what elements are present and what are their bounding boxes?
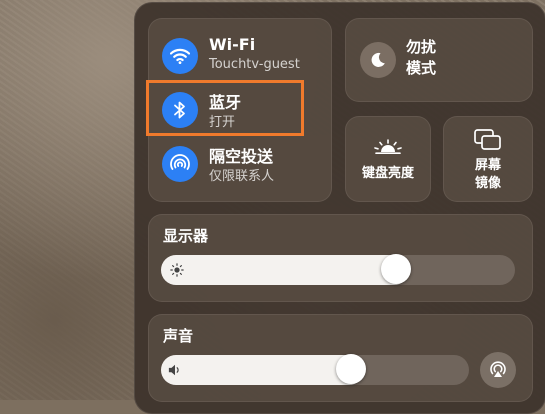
sun-icon <box>170 263 184 277</box>
do-not-disturb-tile[interactable]: 勿扰 模式 <box>345 18 533 102</box>
airdrop-item[interactable]: 隔空投送 仅限联系人 <box>149 139 331 189</box>
airdrop-title: 隔空投送 <box>209 147 274 166</box>
volume-slider-knob[interactable] <box>336 354 366 384</box>
volume-slider-fill <box>161 355 364 385</box>
airdrop-status: 仅限联系人 <box>209 169 275 184</box>
display-brightness-slider[interactable] <box>161 254 515 285</box>
airdrop-icon[interactable] <box>162 146 198 182</box>
keyboard-brightness-tile[interactable]: 键盘亮度 <box>345 116 431 202</box>
volume-slider[interactable] <box>161 354 469 385</box>
do-not-disturb-label: 勿扰 模式 <box>406 38 437 77</box>
bluetooth-highlight-box <box>146 80 304 136</box>
keyboard-brightness-label: 键盘亮度 <box>361 166 414 181</box>
display-slider-knob[interactable] <box>381 254 411 284</box>
screen-mirroring-label: 屏幕 镜像 <box>474 158 501 191</box>
display-tile: 显示器 <box>148 214 533 302</box>
wifi-item[interactable]: Wi-Fi Touchtv-guest <box>149 31 331 81</box>
display-slider-fill <box>161 255 409 285</box>
wifi-network-name: Touchtv-guest <box>209 57 300 72</box>
screen-mirroring-icon <box>474 129 501 150</box>
keyboard-brightness-icon <box>374 139 402 155</box>
sound-title: 声音 <box>163 327 194 345</box>
airplay-audio-button[interactable] <box>480 352 516 388</box>
sound-tile: 声音 <box>148 314 533 402</box>
display-title: 显示器 <box>163 227 209 245</box>
screen-mirroring-tile[interactable]: 屏幕 镜像 <box>443 116 533 202</box>
moon-icon <box>360 42 396 78</box>
wifi-title: Wi-Fi <box>209 35 256 54</box>
airplay-audio-icon <box>490 361 506 377</box>
wifi-icon[interactable] <box>162 38 198 74</box>
speaker-icon <box>168 364 179 376</box>
